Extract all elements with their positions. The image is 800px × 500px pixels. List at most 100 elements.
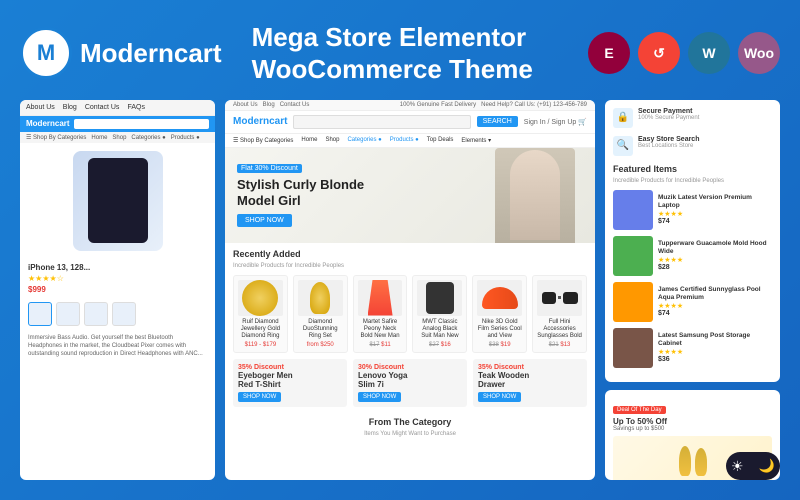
secure-payment-icon: 🔒 bbox=[613, 108, 633, 128]
thumbnail-1[interactable] bbox=[28, 302, 52, 326]
featured-subtitle: Incredible Products for Incredible Peopl… bbox=[613, 178, 772, 184]
featured-cabinet-info: Latest Samsung Post Storage Cabinet ★★★★… bbox=[658, 332, 772, 363]
deal-price-range: Savings up to $500 bbox=[613, 426, 772, 432]
tagline-title: Mega Store Elementor WooCommerce Theme bbox=[252, 21, 558, 86]
bottom-promos-row: 35% Discount Eyeboger MenRed T-Shirt SHO… bbox=[225, 359, 595, 413]
promo-eyeboger: 35% Discount Eyeboger MenRed T-Shirt SHO… bbox=[233, 359, 347, 407]
cp-logo: Moderncart bbox=[233, 116, 287, 127]
light-mode-icon: ☀ bbox=[731, 458, 744, 475]
product-price-6: $21 $13 bbox=[537, 342, 582, 348]
store-search-icon: 🔍 bbox=[613, 136, 633, 156]
featured-laptop-info: Muzik Latest Version Premium Laptop ★★★★… bbox=[658, 194, 772, 225]
promo-btn-2[interactable]: SHOP NOW bbox=[358, 392, 401, 402]
dark-mode-icon: 🌙 bbox=[759, 458, 775, 474]
featured-container-img bbox=[613, 236, 653, 276]
hero-discount-label: Flat 30% Discount bbox=[237, 164, 302, 173]
from-category-subtitle: Items You Might Want to Purchase bbox=[233, 431, 587, 437]
product-img-earring bbox=[298, 280, 343, 316]
lp-product-image-area bbox=[20, 143, 215, 259]
logo-icon: M bbox=[20, 27, 72, 79]
product-card-shoe[interactable]: Nike 3D Gold Film Series Cool and View $… bbox=[472, 275, 527, 354]
from-category-section: From The Category Items You Might Want t… bbox=[225, 413, 595, 441]
thumbnail-2[interactable] bbox=[56, 302, 80, 326]
recently-added-subtitle: Incredible Products for Incredible Peopl… bbox=[233, 263, 587, 269]
product-name-6: Full Hini Accessories Sunglasses Bold bbox=[537, 319, 582, 341]
product-img-jewelry bbox=[238, 280, 283, 316]
product-image bbox=[73, 151, 163, 251]
product-card-earring[interactable]: Diamond DuoStunning Ring Set from $250 bbox=[293, 275, 348, 354]
wordpress-badge: W bbox=[688, 32, 730, 74]
featured-title: Featured Items bbox=[613, 164, 772, 174]
cp-topbar: About Us Blog Contact Us 100% Genuine Fa… bbox=[225, 100, 595, 111]
product-name-1: Ruif Diamond Jewellery Gold Diamond Ring bbox=[238, 319, 283, 341]
refresh-badge: ↺ bbox=[638, 32, 680, 74]
logo-text: Moderncart bbox=[80, 38, 222, 69]
product-card-watch[interactable]: MWT Classic Analog Black Suit Man New $2… bbox=[412, 275, 467, 354]
product-price-2: from $250 bbox=[298, 342, 343, 348]
product-card-jewelry[interactable]: Ruif Diamond Jewellery Gold Diamond Ring… bbox=[233, 275, 288, 354]
product-thumbnails bbox=[20, 298, 215, 330]
featured-sunglasses-img bbox=[613, 282, 653, 322]
promo-title-1: Eyeboger MenRed T-Shirt bbox=[238, 371, 342, 389]
featured-item-laptop[interactable]: Muzik Latest Version Premium Laptop ★★★★… bbox=[613, 190, 772, 230]
logo-area: M Moderncart bbox=[20, 27, 222, 79]
featured-sunglasses-info: James Certified Sunnyglass Pool Aqua Pre… bbox=[658, 286, 772, 317]
lp-categories-bar[interactable]: ☰ Shop By Categories Home Shop Categorie… bbox=[20, 132, 215, 143]
product-price-3: $17 $11 bbox=[358, 342, 403, 348]
product-price-5: $38 $19 bbox=[477, 342, 522, 348]
product-price-1: $119 - $179 bbox=[238, 342, 283, 348]
earring-right bbox=[695, 448, 707, 476]
promo-discount-1: 35% Discount bbox=[238, 364, 342, 371]
cp-search-button[interactable]: SEARCH bbox=[477, 116, 518, 127]
main-content: About Us Blog Contact Us FAQs Moderncart… bbox=[20, 100, 780, 480]
rp-feature-search-text: Easy Store Search Best Locations Store bbox=[638, 136, 699, 149]
hero-shop-button[interactable]: SHOP NOW bbox=[237, 214, 292, 227]
featured-item-cabinet[interactable]: Latest Samsung Post Storage Cabinet ★★★★… bbox=[613, 328, 772, 368]
promo-btn-3[interactable]: SHOP NOW bbox=[478, 392, 521, 402]
featured-item-container[interactable]: Tupperware Guacamole Mold Hood Wide ★★★★… bbox=[613, 236, 772, 276]
product-img-dress bbox=[358, 280, 403, 316]
rp-feature-secure-text: Secure Payment 100% Secure Payment bbox=[638, 108, 699, 121]
rp-feature-secure: 🔒 Secure Payment 100% Secure Payment bbox=[613, 108, 772, 128]
lp-search[interactable] bbox=[74, 119, 209, 129]
recently-added-section: Recently Added Incredible Products for I… bbox=[225, 243, 595, 360]
lp-logo: Moderncart bbox=[26, 119, 70, 128]
product-name-5: Nike 3D Gold Film Series Cool and View bbox=[477, 319, 522, 341]
rp-feature-search: 🔍 Easy Store Search Best Locations Store bbox=[613, 136, 772, 156]
product-description: Immersive Bass Audio. Get yourself the b… bbox=[20, 330, 215, 363]
lp-nav: About Us Blog Contact Us FAQs bbox=[20, 100, 215, 116]
promo-title-3: Teak WoodenDrawer bbox=[478, 371, 582, 389]
recently-added-title: Recently Added bbox=[233, 249, 587, 259]
product-card-dress[interactable]: Martet Safire Peony Neck Bold New Man $1… bbox=[353, 275, 408, 354]
promo-title-2: Lenovo YogaSlim 7i bbox=[358, 371, 462, 389]
product-name-3: Martet Safire Peony Neck Bold New Man bbox=[358, 319, 403, 341]
hero-text: Flat 30% Discount Stylish Curly BlondeMo… bbox=[225, 153, 376, 237]
cp-search-input[interactable] bbox=[293, 115, 470, 129]
product-rating: ★★★★☆ bbox=[28, 274, 207, 283]
promo-discount-2: 30% Discount bbox=[358, 364, 462, 371]
cp-nav: ☰ Shop By Categories Home Shop Categorie… bbox=[225, 134, 595, 148]
product-name-4: MWT Classic Analog Black Suit Man New bbox=[417, 319, 462, 341]
product-img-glasses bbox=[537, 280, 582, 316]
promo-btn-1[interactable]: SHOP NOW bbox=[238, 392, 281, 402]
elementor-badge: E bbox=[588, 32, 630, 74]
promo-teak: 35% Discount Teak WoodenDrawer SHOP NOW bbox=[473, 359, 587, 407]
featured-item-sunglasses[interactable]: James Certified Sunnyglass Pool Aqua Pre… bbox=[613, 282, 772, 322]
dark-mode-toggle[interactable]: ☀ 🌙 bbox=[726, 452, 780, 480]
tagline-area: Mega Store Elementor WooCommerce Theme bbox=[252, 21, 558, 86]
hero-image bbox=[495, 148, 575, 243]
thumbnail-3[interactable] bbox=[84, 302, 108, 326]
main-wrapper: M Moderncart Mega Store Elementor WooCom… bbox=[0, 0, 800, 500]
product-card-glasses[interactable]: Full Hini Accessories Sunglasses Bold $2… bbox=[532, 275, 587, 354]
featured-items-section: Featured Items Incredible Products for I… bbox=[613, 164, 772, 368]
center-panel: About Us Blog Contact Us 100% Genuine Fa… bbox=[225, 100, 595, 480]
deal-subtitle: Up To 50% Off bbox=[613, 417, 772, 426]
badges-area: E ↺ W Woo bbox=[588, 32, 780, 74]
products-grid: Ruif Diamond Jewellery Gold Diamond Ring… bbox=[233, 275, 587, 354]
promo-discount-3: 35% Discount bbox=[478, 364, 582, 371]
lp-product-info: iPhone 13, 128... ★★★★☆ $999 bbox=[20, 259, 215, 298]
thumbnail-4[interactable] bbox=[112, 302, 136, 326]
product-title: iPhone 13, 128... bbox=[28, 263, 207, 272]
featured-cabinet-img bbox=[613, 328, 653, 368]
cp-header: Moderncart SEARCH Sign In / Sign Up 🛒 bbox=[225, 111, 595, 134]
